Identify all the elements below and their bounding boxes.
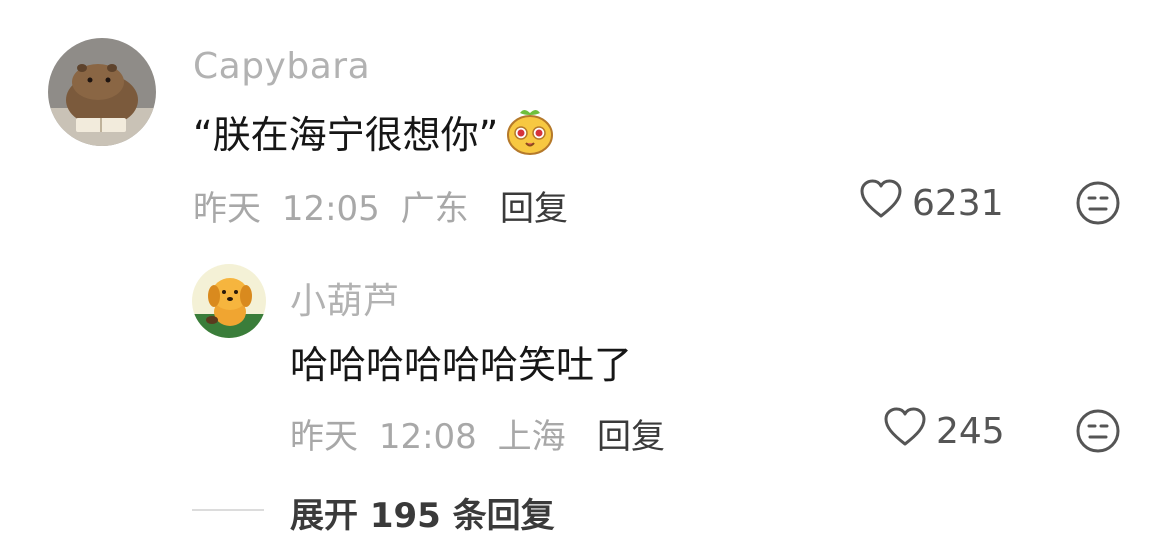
reply-like-count: 245 <box>936 410 1005 452</box>
comment-date: 昨天 <box>193 189 261 229</box>
reply-time: 12:08 <box>378 417 477 457</box>
expand-divider <box>192 509 264 511</box>
heart-outline-icon <box>882 406 936 457</box>
meh-face-icon[interactable] <box>1075 408 1121 454</box>
reply-meta: 昨天 12:08 上海 <box>290 409 566 458</box>
comment-time: 12:05 <box>281 189 380 229</box>
like-count: 6231 <box>912 182 1004 224</box>
cute-bun-emoji-icon <box>504 105 556 157</box>
heart-outline-icon <box>858 178 912 229</box>
reply-button[interactable]: 回复 <box>500 181 568 230</box>
reply-location: 上海 <box>497 417 566 457</box>
comment-body: “朕在海宁很想你” <box>193 112 499 157</box>
comment-text: “朕在海宁很想你” <box>193 105 556 157</box>
reply-username[interactable]: 小葫芦 <box>290 272 400 324</box>
avatar-cartoon-dog[interactable] <box>192 264 266 338</box>
expand-replies-button[interactable]: 展开 195 条回复 <box>290 488 555 537</box>
reply-text: 哈哈哈哈哈哈笑吐了 <box>290 342 633 387</box>
comment-location: 广东 <box>400 189 469 229</box>
reply-reply-button[interactable]: 回复 <box>597 409 665 458</box>
reply-date: 昨天 <box>290 417 358 457</box>
meh-face-icon[interactable] <box>1075 180 1121 226</box>
avatar-capybara[interactable] <box>48 38 156 146</box>
comment-username[interactable]: Capybara <box>193 46 370 87</box>
reply-like-button[interactable]: 245 <box>882 406 1005 457</box>
like-button[interactable]: 6231 <box>858 178 1004 229</box>
comment-meta: 昨天 12:05 广东 <box>193 181 469 230</box>
